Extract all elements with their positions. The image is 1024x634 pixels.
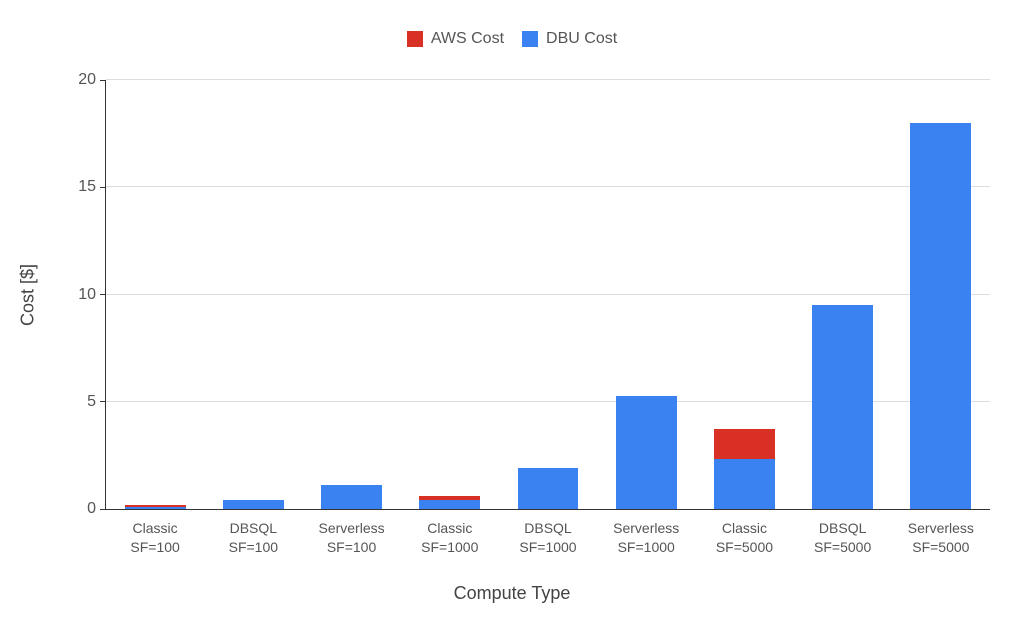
bar-stack <box>321 485 382 509</box>
x-tick-label: ServerlessSF=100 <box>318 509 384 557</box>
y-tick-label: 10 <box>66 286 106 304</box>
bar-stack <box>910 123 971 509</box>
bar-segment-dbu <box>714 459 775 509</box>
bar-segment-dbu <box>910 123 971 509</box>
y-tick-label: 20 <box>66 71 106 89</box>
bar-slot: ClassicSF=100 <box>106 80 204 509</box>
y-axis-title: Cost [$] <box>18 264 39 326</box>
bar-slot: DBSQLSF=100 <box>204 80 302 509</box>
y-tick-label: 5 <box>66 393 106 411</box>
x-tick-label: DBSQLSF=5000 <box>814 509 871 557</box>
bar-segment-dbu <box>518 468 579 509</box>
y-tick-label: 15 <box>66 178 106 196</box>
x-tick-label: DBSQLSF=100 <box>229 509 278 557</box>
bar-slot: ClassicSF=5000 <box>695 80 793 509</box>
bar-stack <box>714 429 775 509</box>
bar-stack <box>419 496 480 509</box>
legend: AWS Cost DBU Cost <box>0 30 1024 48</box>
legend-item-aws-cost: AWS Cost <box>407 30 504 48</box>
bar-slot: ServerlessSF=5000 <box>892 80 990 509</box>
bar-slot: ServerlessSF=100 <box>302 80 400 509</box>
x-tick-label: DBSQLSF=1000 <box>519 509 576 557</box>
bar-stack <box>812 305 873 509</box>
bars-wrap: ClassicSF=100DBSQLSF=100ServerlessSF=100… <box>106 80 990 509</box>
bar-slot: ClassicSF=1000 <box>401 80 499 509</box>
bar-stack <box>518 468 579 509</box>
legend-label-dbu: DBU Cost <box>546 30 617 48</box>
legend-swatch-dbu <box>522 31 538 47</box>
legend-item-dbu-cost: DBU Cost <box>522 30 617 48</box>
x-tick-label: ServerlessSF=1000 <box>613 509 679 557</box>
bar-stack <box>616 396 677 509</box>
legend-label-aws: AWS Cost <box>431 30 504 48</box>
bar-segment-dbu <box>419 500 480 509</box>
bar-segment-dbu <box>812 305 873 509</box>
bar-segment-dbu <box>616 396 677 509</box>
x-tick-label: ClassicSF=100 <box>130 509 179 557</box>
x-tick-label: ClassicSF=1000 <box>421 509 478 557</box>
y-tick-label: 0 <box>66 500 106 518</box>
legend-swatch-aws <box>407 31 423 47</box>
x-axis-title: Compute Type <box>0 583 1024 604</box>
bar-slot: DBSQLSF=1000 <box>499 80 597 509</box>
bar-slot: DBSQLSF=5000 <box>794 80 892 509</box>
x-tick-label: ServerlessSF=5000 <box>908 509 974 557</box>
bar-segment-dbu <box>223 500 284 509</box>
bar-slot: ServerlessSF=1000 <box>597 80 695 509</box>
bar-stack <box>223 500 284 509</box>
plot-area: 05101520 ClassicSF=100DBSQLSF=100Serverl… <box>105 80 990 510</box>
cost-by-compute-chart: AWS Cost DBU Cost Cost [$] 05101520 Clas… <box>0 0 1024 634</box>
bar-segment-dbu <box>321 485 382 509</box>
bar-segment-aws <box>714 429 775 459</box>
x-tick-label: ClassicSF=5000 <box>716 509 773 557</box>
